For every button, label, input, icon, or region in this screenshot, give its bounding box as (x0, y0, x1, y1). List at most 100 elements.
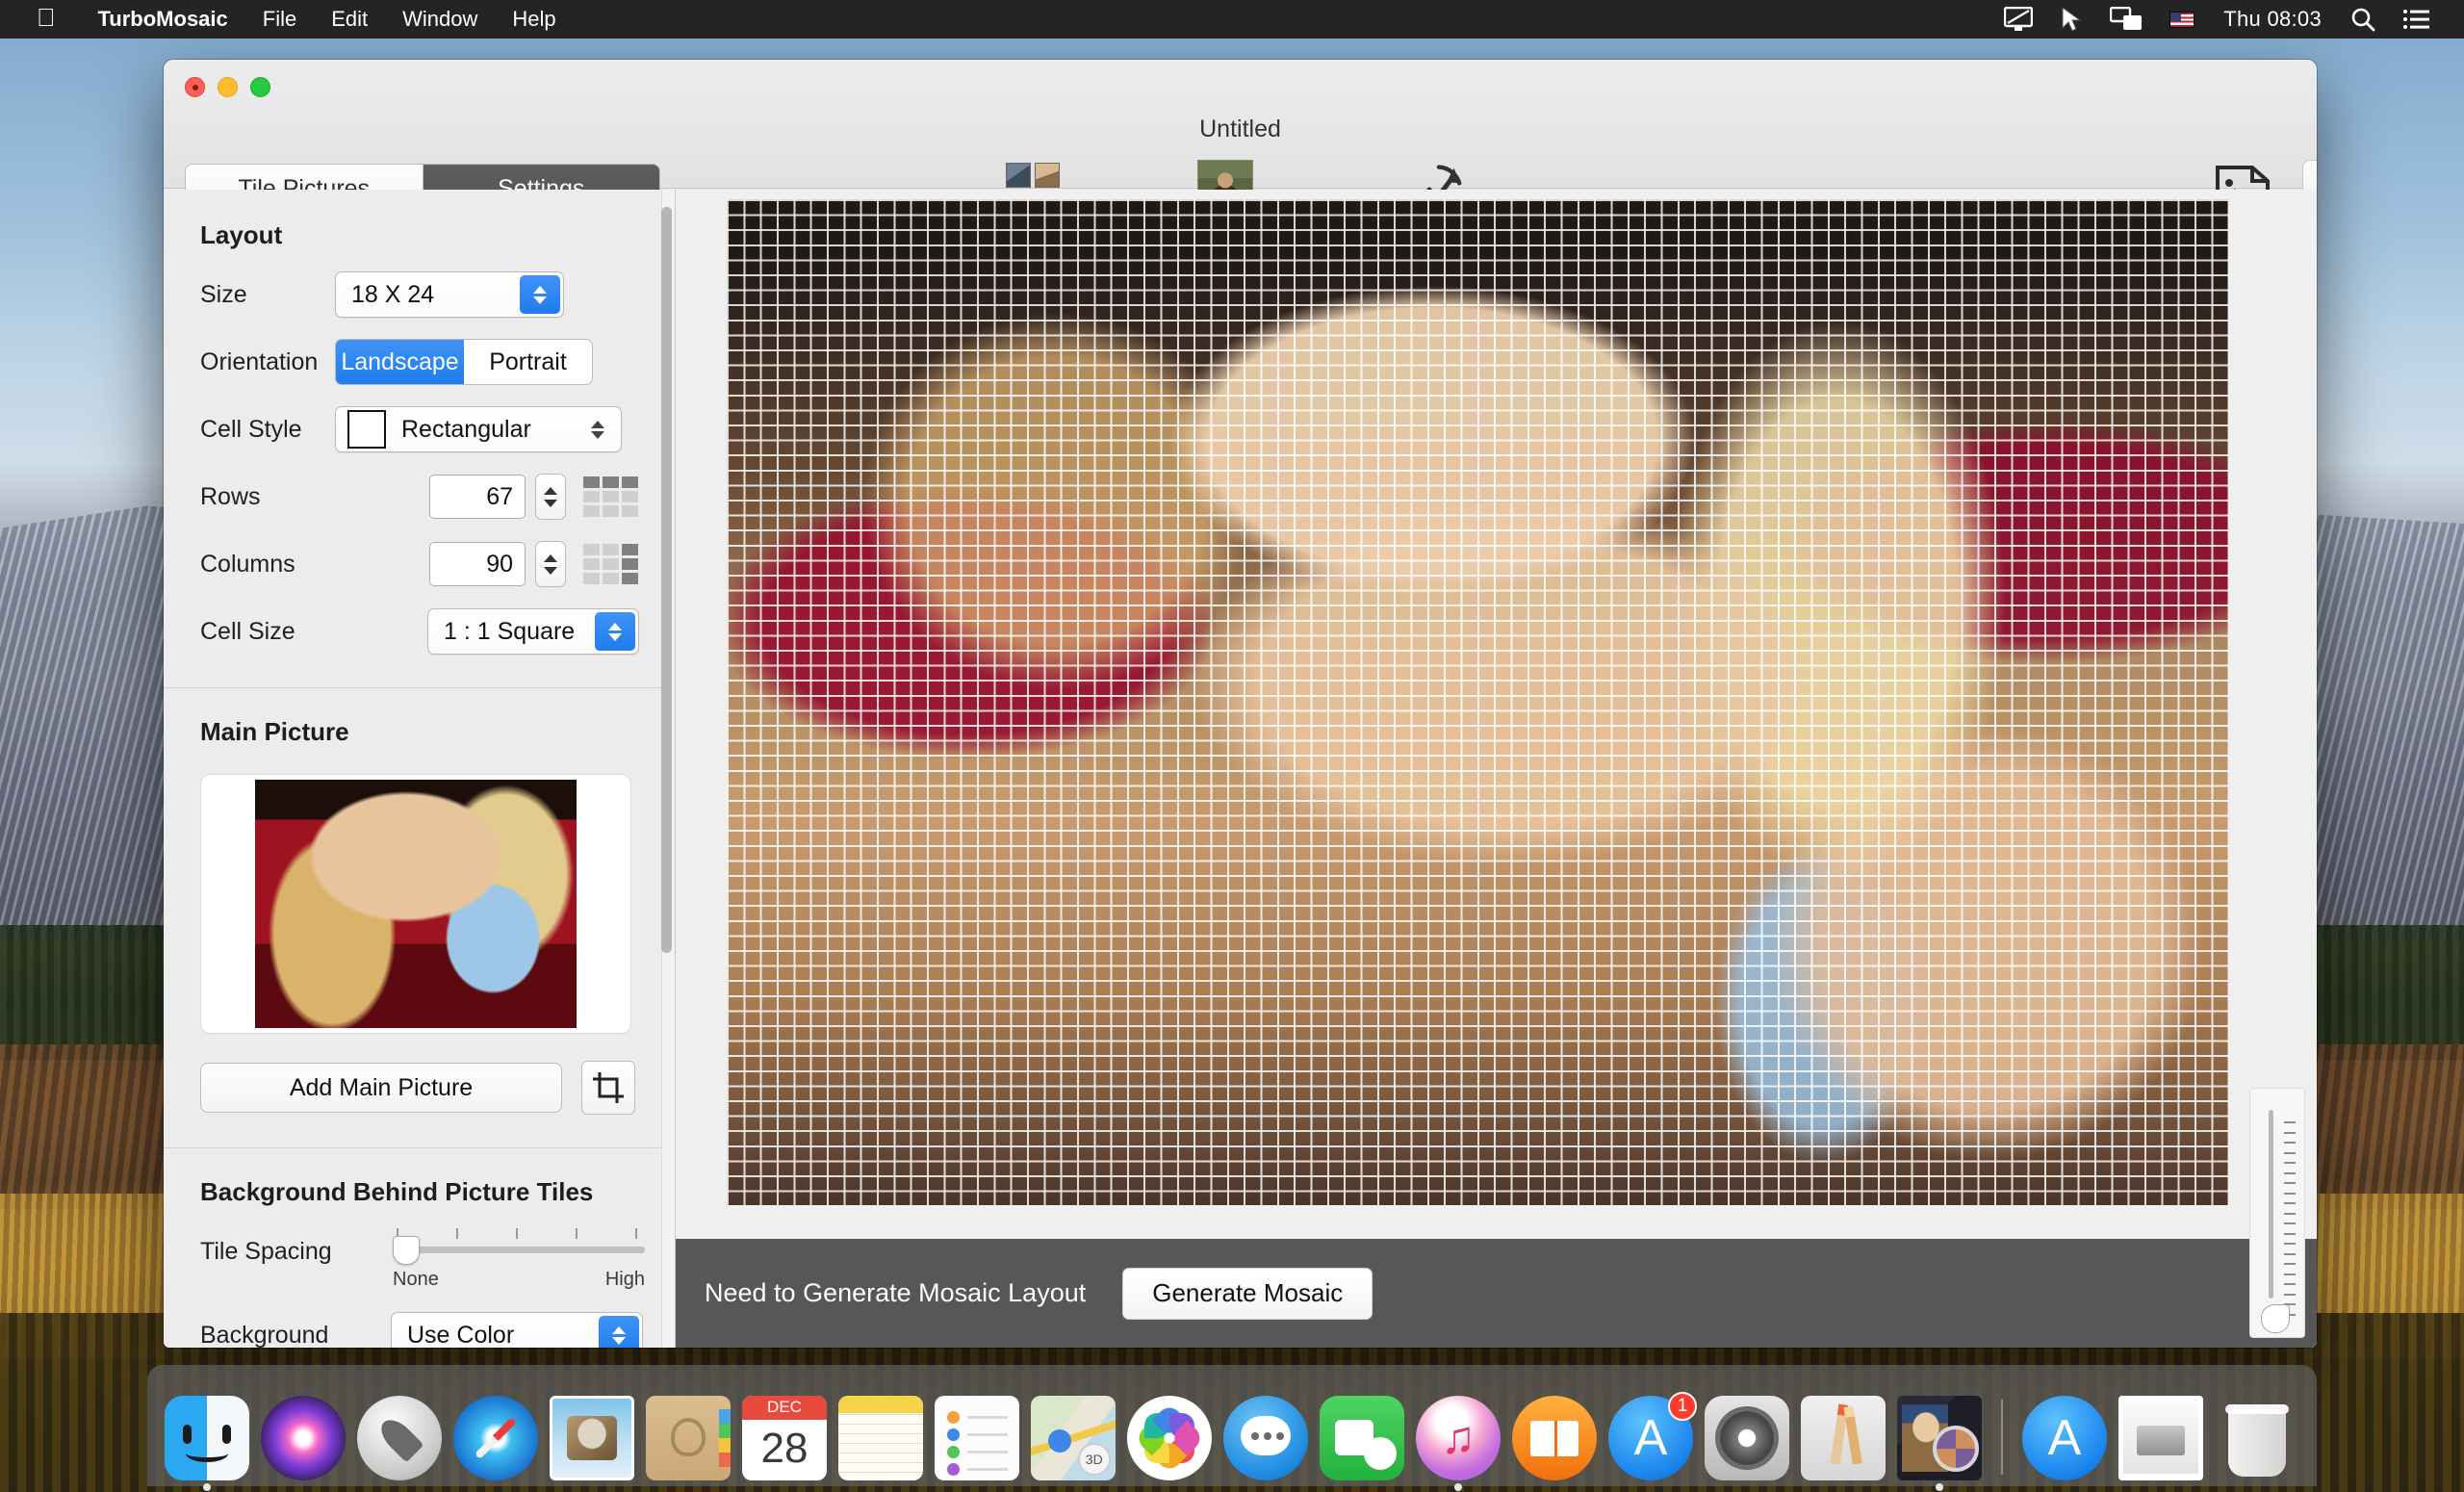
sidebar-scrollbar-thumb[interactable] (661, 207, 672, 953)
tile-spacing-slider-wrap: None High (393, 1228, 645, 1291)
menubar-clock[interactable]: Thu 08:03 (2208, 7, 2337, 32)
maps-icon: 3D (1031, 1396, 1116, 1480)
dock-item-reminders[interactable] (933, 1392, 1021, 1480)
size-select[interactable]: 18 X 24 (335, 271, 564, 318)
dock-item-safari[interactable] (451, 1392, 540, 1480)
us-flag-icon[interactable] (2156, 0, 2208, 39)
background-row: Background Use Color (164, 1312, 661, 1348)
dock-item-siri[interactable] (259, 1392, 347, 1480)
menu-item-file[interactable]: File (245, 7, 314, 32)
dock-item-pixelmator[interactable] (1799, 1392, 1887, 1480)
cell-style-chevrons[interactable] (578, 410, 618, 449)
maps-3d-label: 3D (1077, 1442, 1111, 1476)
tile-spacing-label: Tile Spacing (200, 1238, 332, 1265)
facetime-icon (1320, 1396, 1404, 1480)
turbomosaic-icon (1897, 1396, 1982, 1480)
size-stepper-arrows[interactable] (520, 275, 560, 314)
columns-input[interactable]: 90 (429, 542, 526, 586)
list-menu-icon[interactable] (2389, 0, 2443, 39)
dock-item-contacts[interactable] (644, 1392, 732, 1480)
tile-spacing-min-label: None (393, 1269, 439, 1290)
rows-input[interactable]: 67 (429, 475, 526, 519)
size-value: 18 X 24 (351, 280, 435, 308)
menu-item-help[interactable]: Help (495, 7, 573, 32)
rows-controls: 67 (429, 474, 638, 520)
orientation-label: Orientation (200, 347, 319, 375)
zoom-slider-thumb[interactable] (2261, 1304, 2290, 1333)
dock-item-system-preferences[interactable] (1703, 1392, 1791, 1480)
main-picture-thumbnail-box[interactable] (200, 774, 631, 1034)
zoom-slider-ticks (2284, 1121, 2296, 1316)
launchpad-icon (357, 1396, 442, 1480)
sidebar-scrollbar-track[interactable] (661, 190, 675, 1348)
dock-item-books[interactable] (1510, 1392, 1599, 1480)
books-icon (1512, 1396, 1597, 1480)
background-stepper-arrows[interactable] (599, 1316, 639, 1348)
rows-preview-icon (583, 476, 638, 517)
dock-item-turbomosaic[interactable] (1895, 1392, 1984, 1491)
dock-item-facetime[interactable] (1318, 1392, 1406, 1480)
tile-spacing-thumb[interactable] (393, 1236, 420, 1265)
rows-label: Rows (200, 482, 261, 510)
background-section-title: Background Behind Picture Tiles (200, 1177, 594, 1206)
tile-spacing-row: Tile Spacing None High (164, 1228, 661, 1291)
layout-section-title: Layout (200, 220, 283, 249)
tile-spacing-range-labels: None High (393, 1269, 645, 1291)
mosaic-canvas[interactable] (727, 199, 2228, 1205)
dock-item-trash[interactable] (2213, 1392, 2301, 1480)
cell-size-stepper-arrows[interactable] (595, 612, 635, 651)
minimize-button[interactable] (218, 77, 238, 97)
search-icon[interactable] (2337, 0, 2389, 39)
orientation-landscape[interactable]: Landscape (336, 340, 464, 384)
dock-item-notes[interactable] (836, 1392, 925, 1480)
generate-mosaic-button[interactable]: Generate Mosaic (1122, 1267, 1373, 1320)
contacts-icon (646, 1396, 731, 1480)
dock-item-finder[interactable] (163, 1392, 251, 1491)
rows-stepper[interactable] (535, 474, 566, 520)
orientation-portrait[interactable]: Portrait (464, 340, 592, 384)
dock-item-downloads-stack[interactable] (2117, 1392, 2205, 1480)
airplay-display-icon[interactable] (2096, 0, 2156, 39)
columns-stepper[interactable] (535, 541, 566, 587)
dock-item-calendar[interactable]: DEC 28 (740, 1392, 829, 1480)
menu-item-edit[interactable]: Edit (314, 7, 385, 32)
sidebar-scroll-content: Layout Size 18 X 24 Orientation Landscap… (164, 190, 661, 1348)
window-title: Untitled (1199, 116, 1281, 142)
apple-menu-icon[interactable]:  (0, 5, 81, 34)
cursor-icon[interactable] (2046, 0, 2096, 39)
dock-item-photos[interactable] (1125, 1392, 1214, 1480)
tile-spacing-slider[interactable] (393, 1228, 645, 1267)
cell-size-select[interactable]: 1 : 1 Square (427, 608, 639, 655)
gear-icon (1705, 1396, 1789, 1480)
menu-item-app[interactable]: TurboMosaic (81, 7, 245, 32)
size-label: Size (200, 280, 247, 308)
menu-bar:  TurboMosaic File Edit Window Help Thu … (0, 0, 2464, 39)
background-select[interactable]: Use Color (391, 1312, 643, 1348)
zoom-slider-panel (2249, 1088, 2305, 1338)
cell-shape-square-icon (347, 410, 386, 449)
orientation-row: Orientation Landscape Portrait (164, 339, 661, 385)
screen-sharing-icon[interactable] (1990, 0, 2046, 39)
dock-item-maps[interactable]: 3D (1029, 1392, 1117, 1480)
zoom-slider-track[interactable] (2269, 1110, 2273, 1299)
dock-item-messages[interactable] (1221, 1392, 1310, 1480)
reminders-icon (935, 1396, 1019, 1480)
maximize-button[interactable] (250, 77, 270, 97)
cell-style-label: Cell Style (200, 415, 302, 443)
dock-item-app-store[interactable]: A 1 (1606, 1392, 1697, 1480)
cell-style-select[interactable]: Rectangular (335, 406, 622, 452)
close-button[interactable] (185, 77, 205, 97)
dock-item-mail[interactable] (548, 1392, 636, 1480)
calendar-month: DEC (742, 1396, 827, 1420)
running-indicator (1454, 1483, 1462, 1491)
columns-preview-icon (583, 544, 638, 584)
rows-row: Rows 67 (164, 474, 661, 520)
mosaic-preview-area[interactable]: Need to Generate Mosaic Layout Generate … (676, 190, 2317, 1348)
add-main-picture-sidebar-button[interactable]: Add Main Picture (200, 1063, 562, 1113)
dock-item-launchpad[interactable] (355, 1392, 444, 1480)
crop-icon[interactable] (581, 1061, 635, 1115)
dock-item-itunes[interactable]: ♫ (1414, 1392, 1502, 1491)
menu-item-window[interactable]: Window (385, 7, 495, 32)
dock-item-app-store-2[interactable]: A (2020, 1392, 2109, 1480)
main-picture-actions: Add Main Picture (200, 1061, 661, 1115)
